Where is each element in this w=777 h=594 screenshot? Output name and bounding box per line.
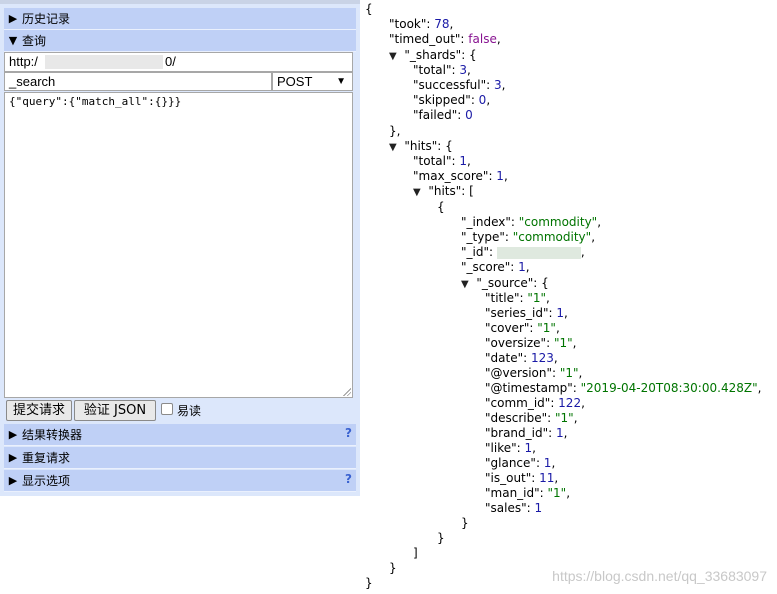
json-successful: "successful": 3,: [413, 78, 506, 92]
collapse-toggle-icon[interactable]: ▼: [389, 51, 397, 62]
display-section-header[interactable]: ▶ 显示选项 ?: [4, 470, 356, 492]
triangle-right-icon: ▶: [8, 12, 18, 25]
triangle-right-icon: ▶: [8, 474, 18, 487]
json-title: "title": "1",: [485, 291, 550, 305]
json-max-score: "max_score": 1,: [413, 169, 508, 183]
json-skipped: "skipped": 0,: [413, 93, 491, 107]
json-timed-out: "timed_out": false,: [389, 32, 501, 46]
json-series-id: "series_id": 1,: [485, 306, 568, 320]
collapse-toggle-icon[interactable]: ▼: [413, 187, 421, 198]
history-label: 历史记录: [22, 12, 71, 26]
json-root-close: }: [365, 576, 373, 590]
json-oversize: "oversize": "1",: [485, 336, 577, 350]
json-like: "like": 1,: [485, 441, 536, 455]
query-body-text: {"query":{"match_all":{}}}: [9, 95, 182, 108]
validate-json-button[interactable]: 验证 JSON: [74, 400, 156, 421]
triangle-right-icon: ▶: [8, 451, 18, 464]
json-is-out: "is_out": 11,: [485, 471, 559, 485]
json-cover: "cover": "1",: [485, 321, 560, 335]
json-glance: "glance": 1,: [485, 456, 556, 470]
transformer-section-header[interactable]: ▶ 结果转换器 ?: [4, 424, 356, 446]
left-panel: ▶ 历史记录 ▼ 查询 http:/ 0/ _search POST ▼ {"q…: [0, 4, 360, 496]
json-hits-total: "total": 1,: [413, 154, 471, 168]
json-comm-id: "comm_id": 122,: [485, 396, 585, 410]
json-object-open: {: [437, 200, 445, 214]
json-source: ▼ "_source": {: [461, 276, 549, 290]
repeat-section-header[interactable]: ▶ 重复请求: [4, 447, 356, 469]
json-close: },: [389, 124, 401, 138]
json-brand-id: "brand_id": 1,: [485, 426, 568, 440]
query-section-header[interactable]: ▼ 查询: [4, 30, 356, 52]
query-label: 查询: [22, 34, 47, 48]
json-open-brace: {: [365, 2, 373, 16]
dropdown-arrow-icon: ▼: [336, 76, 346, 87]
json-describe: "describe": "1",: [485, 411, 578, 425]
triangle-down-icon: ▼: [8, 34, 18, 47]
path-input[interactable]: _search: [4, 72, 272, 91]
json-failed: "failed": 0: [413, 108, 473, 122]
resize-grip-icon[interactable]: [343, 388, 351, 396]
json-hits: ▼ "hits": {: [389, 139, 453, 153]
url-input[interactable]: http:/ 0/: [4, 52, 353, 72]
json-id: "_id": ,: [461, 245, 585, 259]
easy-read-checkbox[interactable]: [161, 403, 173, 415]
json-shards: ▼ "_shards": {: [389, 48, 477, 62]
triangle-right-icon: ▶: [8, 428, 18, 441]
json-man-id: "man_id": "1",: [485, 486, 571, 500]
transformer-label: 结果转换器: [22, 428, 83, 442]
history-section-header[interactable]: ▶ 历史记录: [4, 8, 356, 30]
url-redacted-area: [45, 55, 163, 69]
json-array-close: ]: [413, 546, 418, 560]
json-shards-total: "total": 3,: [413, 63, 471, 77]
method-value: POST: [277, 74, 313, 89]
id-redacted-area: [496, 246, 581, 259]
json-hits-array: ▼ "hits": [: [413, 184, 474, 198]
url-prefix: http:/: [9, 54, 38, 69]
json-timestamp: "@timestamp": "2019-04-20T08:30:00.428Z"…: [485, 381, 762, 395]
json-type: "_type": "commodity",: [461, 230, 596, 244]
collapse-toggle-icon[interactable]: ▼: [389, 142, 397, 153]
json-date: "date": 123,: [485, 351, 558, 365]
json-index: "_index": "commodity",: [461, 215, 602, 229]
json-object-close: }: [437, 531, 445, 545]
watermark: https://blog.csdn.net/qq_33683097: [552, 568, 767, 584]
json-took: "took": 78,: [389, 17, 454, 31]
json-sales: "sales": 1: [485, 501, 543, 515]
json-hits-close: }: [389, 561, 397, 575]
json-score: "_score": 1,: [461, 260, 530, 274]
submit-request-button[interactable]: 提交请求: [6, 400, 72, 421]
path-value: _search: [9, 74, 56, 89]
method-select[interactable]: POST ▼: [272, 72, 353, 91]
help-icon[interactable]: ?: [345, 426, 352, 440]
json-source-close: }: [461, 516, 469, 530]
easy-read-label: 易读: [177, 404, 202, 418]
display-label: 显示选项: [22, 474, 71, 488]
url-suffix: 0/: [165, 54, 176, 69]
help-icon[interactable]: ?: [345, 472, 352, 486]
json-version: "@version": "1",: [485, 366, 583, 380]
query-body-textarea[interactable]: {"query":{"match_all":{}}}: [4, 92, 353, 398]
repeat-label: 重复请求: [22, 451, 71, 465]
collapse-toggle-icon[interactable]: ▼: [461, 279, 469, 290]
